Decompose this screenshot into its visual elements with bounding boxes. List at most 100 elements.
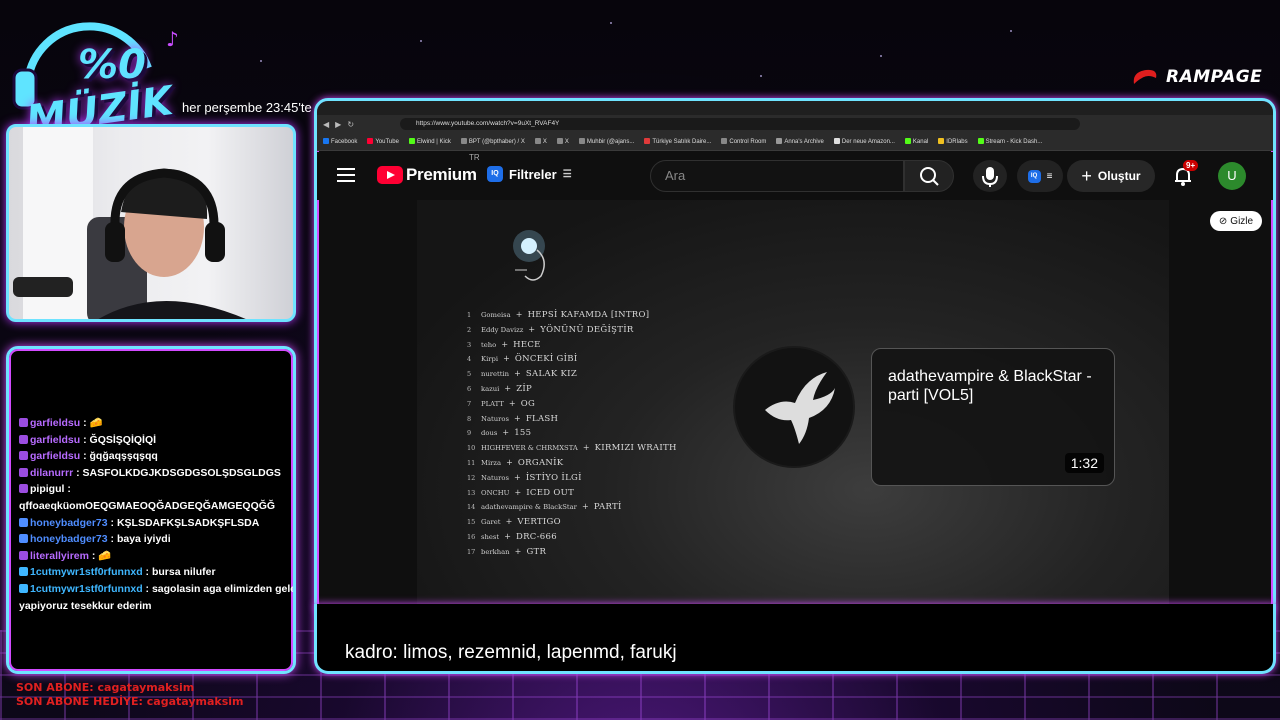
- bookmark-item[interactable]: X: [534, 138, 547, 145]
- user-badge-icon: [19, 434, 28, 444]
- forward-icon[interactable]: ▶: [335, 120, 341, 129]
- chat-text: : ğqğaqşşqşqq: [83, 450, 158, 463]
- chat-username[interactable]: 1cutmywr1stf0rfunnxd: [30, 583, 143, 595]
- bookmark-item[interactable]: Muhbir (@ajans...: [578, 138, 635, 145]
- track-artist: nurettin: [481, 370, 510, 379]
- bookmark-label: Anna's Archive: [784, 139, 824, 145]
- chat-username[interactable]: pipigul: [30, 483, 64, 495]
- lineup-caption: kadro: limos, rezemnid, lapenmd, farukj: [345, 642, 677, 663]
- track-title: SALAK KIZ: [525, 369, 578, 380]
- webcam-feed: [6, 124, 296, 322]
- schedule-text: her perşembe 23:45'te: [182, 100, 312, 115]
- reload-icon[interactable]: ↻: [347, 120, 354, 129]
- endscreen-video-card[interactable]: adathevampire & BlackStar - parti [VOL5]…: [871, 348, 1115, 486]
- chat-username[interactable]: honeybadger73: [30, 533, 108, 545]
- track-title: PARTİ: [593, 502, 622, 513]
- bookmark-favicon-icon: [460, 138, 467, 144]
- chat-username[interactable]: garfieldsu: [30, 434, 80, 446]
- bookmark-item[interactable]: Türkiye Satılık Daire...: [644, 138, 711, 145]
- bookmark-label: Der neue Amazon...: [841, 139, 895, 145]
- star: [260, 60, 262, 62]
- track-title: ÖNCEKİ GİBİ: [514, 354, 578, 365]
- chat-text: : KŞLSDAFKŞLSADKŞFLSDA: [110, 516, 260, 529]
- chat-message: 1cutmywr1stf0rfunnxd : sagolasin aga eli…: [19, 581, 293, 598]
- search-button[interactable]: [904, 160, 954, 192]
- bookmark-item[interactable]: Anna's Archive: [776, 138, 824, 145]
- chat-username[interactable]: 1cutmywr1stf0rfunnxd: [30, 566, 143, 578]
- bookmark-item[interactable]: YouTube: [367, 138, 399, 145]
- bookmark-item[interactable]: Facebook: [323, 138, 357, 145]
- vol5-logo: [513, 230, 545, 281]
- back-icon[interactable]: ◀: [323, 120, 329, 129]
- track-artist: Garet: [481, 518, 501, 527]
- bookmark-item[interactable]: Der neue Amazon...: [833, 138, 895, 145]
- chat-username[interactable]: dilanurrr: [30, 467, 73, 479]
- track-title: VERTIGO: [517, 517, 561, 528]
- bookmark-item[interactable]: X: [556, 138, 569, 145]
- filters-label: Filtreler: [509, 166, 557, 182]
- track-artist: teho: [481, 340, 497, 349]
- bookmark-item[interactable]: BPT (@bpthaber) / X: [460, 138, 525, 145]
- svg-text:♪: ♪: [166, 27, 179, 51]
- region-code: TR: [469, 153, 480, 162]
- track-title: İSTİYO İLGİ: [525, 472, 582, 483]
- track-row: 15 Garet + VERTIGO: [467, 515, 677, 530]
- create-button[interactable]: + Oluştur: [1067, 160, 1155, 192]
- chat-message: 1cutmywr1stf0rfunnxd : bursa nilufer: [19, 564, 285, 581]
- track-row: 6 kazui + ZİP: [467, 382, 677, 397]
- chat-message-list: garfieldsu : 🧀 garfieldsu : ĞQSİŞQİQİQİ ga…: [19, 415, 293, 614]
- account-avatar[interactable]: U: [1218, 162, 1246, 190]
- eye-slash-icon: ⊘: [1218, 215, 1228, 227]
- youtube-premium-logo[interactable]: Premium: [377, 165, 477, 185]
- chat-text: : ĞQSİŞQİQİQİ: [83, 433, 157, 446]
- voice-search-button[interactable]: [973, 160, 1007, 192]
- iq-extension-button[interactable]: IQ ≡: [1017, 160, 1063, 192]
- track-separator: +: [577, 443, 595, 453]
- microphone-icon: [982, 167, 998, 187]
- chat-text: : baya iyiydi: [110, 533, 171, 546]
- chat-username[interactable]: literallyirem: [30, 550, 89, 562]
- menu-icon[interactable]: [337, 168, 355, 182]
- bookmark-label: Elwind | Kick: [416, 139, 451, 145]
- bookmark-item[interactable]: Elwind | Kick: [408, 138, 451, 145]
- search-input[interactable]: Ara: [650, 160, 904, 192]
- track-separator: +: [509, 369, 526, 379]
- filters-button[interactable]: IQ Filtreler ☰: [487, 166, 572, 182]
- create-label: Oluştur: [1097, 169, 1141, 183]
- bookmark-favicon-icon: [776, 138, 783, 144]
- track-separator: +: [497, 428, 515, 438]
- track-row: 7 PLATT + OG: [467, 397, 677, 412]
- hide-button[interactable]: ⊘ Gizle: [1210, 211, 1262, 231]
- track-number: 4: [467, 355, 472, 364]
- bookmark-label: IDRlabs: [946, 139, 968, 145]
- list-icon: ≡: [1046, 170, 1053, 182]
- youtube-play-icon: [377, 166, 403, 184]
- track-title: 155: [514, 428, 532, 439]
- bookmark-item[interactable]: Stream - Kick Dash...: [977, 138, 1042, 145]
- track-separator: +: [508, 472, 526, 482]
- url-field[interactable]: https://www.youtube.com/watch?v=9uXt_RVA…: [400, 118, 1081, 130]
- track-row: 14 adathevampire & BlackStar + PARTİ: [467, 500, 677, 515]
- youtube-header: Premium TR IQ Filtreler ☰ Ara IQ ≡ + Olu…: [317, 152, 1273, 200]
- video-player[interactable]: 1 Gomeisa + HEPSİ KAFAMDA [INTRO] 2 Eddy Da…: [417, 200, 1169, 613]
- bookmark-item[interactable]: IDRlabs: [938, 138, 968, 145]
- track-number: 15: [467, 518, 476, 527]
- bookmark-label: BPT (@bpthaber) / X: [468, 139, 525, 145]
- endscreen-video-duration: 1:32: [1064, 453, 1104, 473]
- chat-username[interactable]: honeybadger73: [30, 517, 108, 529]
- chat-username[interactable]: garfieldsu: [30, 417, 80, 429]
- bookmark-item[interactable]: Kanal: [904, 138, 929, 145]
- streamer-silhouette: [13, 127, 246, 319]
- bookmark-label: Muhbir (@ajans...: [586, 139, 635, 145]
- track-row: 1 Gomeisa + HEPSİ KAFAMDA [INTRO]: [467, 308, 677, 323]
- chat-username[interactable]: garfieldsu: [30, 450, 80, 462]
- tab-bar[interactable]: [317, 101, 1273, 115]
- bookmark-item[interactable]: Control Room: [721, 138, 766, 145]
- bookmark-label: Kanal: [912, 139, 929, 145]
- track-row: 4 Kirpi + ÖNCEKİ GİBİ: [467, 352, 677, 367]
- track-artist: Kirpi: [481, 355, 499, 364]
- chat-text: yapiyoruz tesekkur ederim: [19, 599, 152, 612]
- track-separator: +: [499, 531, 516, 541]
- track-artist: HIGHFEVER & CHRMXSTA: [481, 444, 578, 453]
- track-artist: PLATT: [481, 399, 504, 408]
